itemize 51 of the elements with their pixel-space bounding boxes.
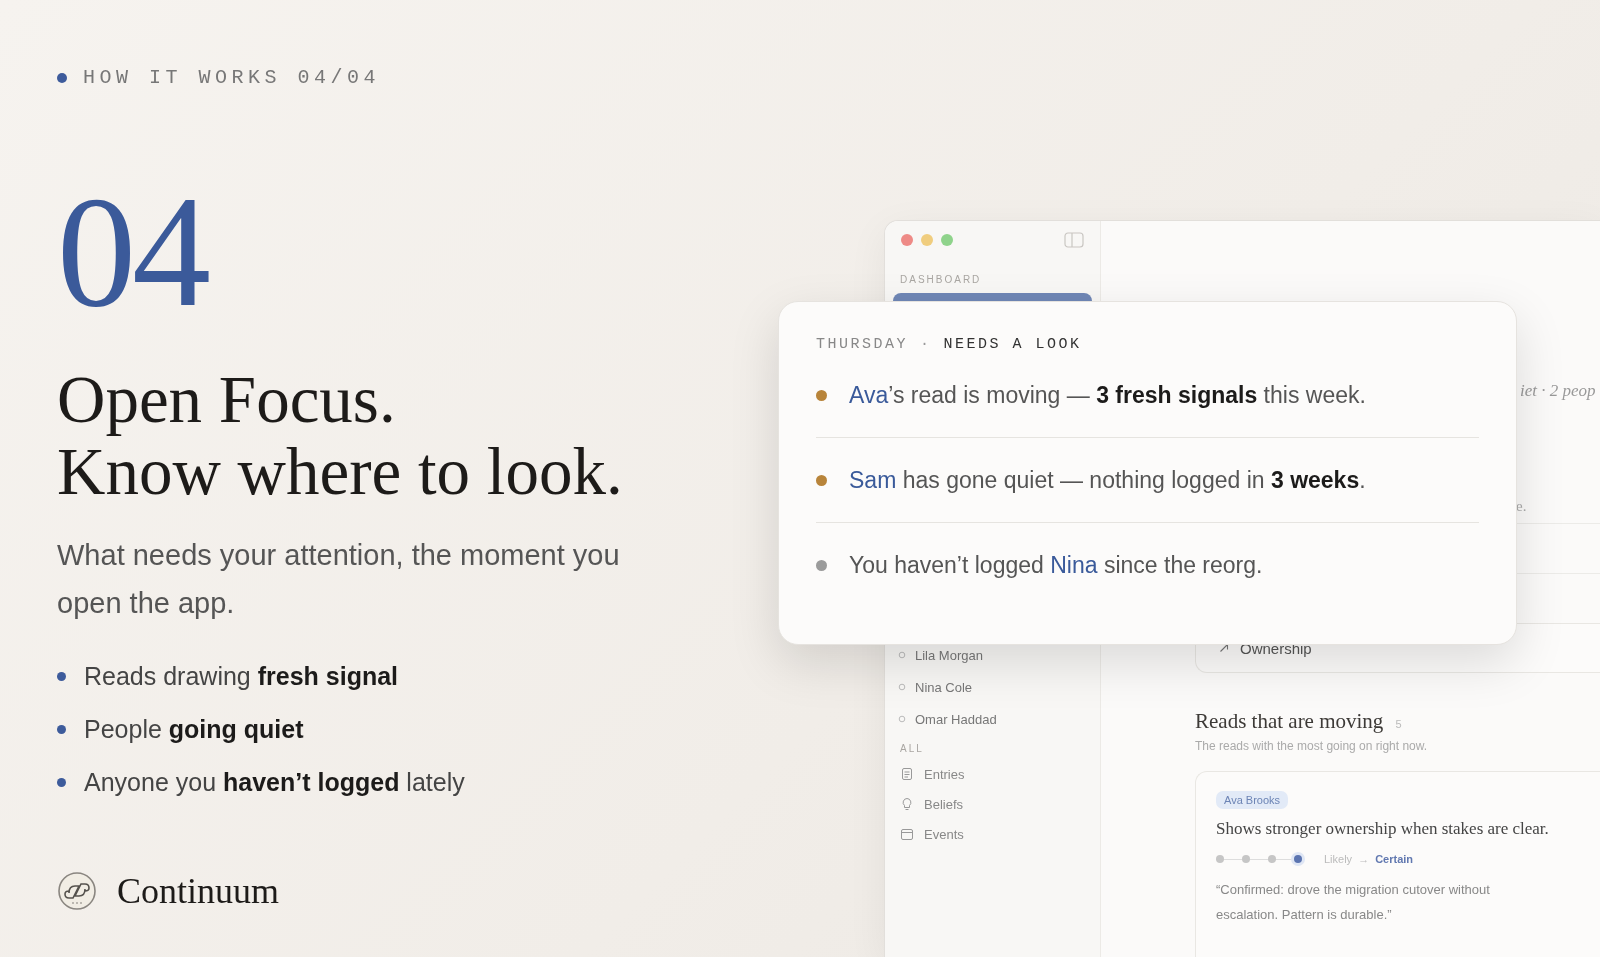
step-number: 04 [57,173,207,331]
confidence-to: Certain [1375,853,1414,865]
calendar-icon [900,827,914,841]
alert-text: Ava’s read is moving — 3 fresh signals this week. [849,381,1366,409]
headline: Open Focus. [57,363,396,435]
person-status-icon [898,715,906,723]
description-text: e. [1516,498,1527,515]
sidebar-toggle-icon[interactable] [1064,232,1084,248]
bullet-dot [57,725,66,734]
alert-text: Sam has gone quiet — nothing logged in 3 weeks. [849,466,1366,494]
nav-item[interactable]: Beliefs [893,794,1092,814]
minimize-button[interactable] [921,234,933,246]
popup-heading: NEEDS A LOOK [943,336,1082,353]
person-item[interactable]: Lila Morgan [893,645,1092,665]
read-card[interactable]: Ava Brooks Shows stronger ownership when stakes are clear. Likely → Certain “Confirmed: drove the migration cutover without escalation. Pattern is durable.” [1195,771,1600,957]
confidence-from: Likely [1324,853,1353,865]
bullet-dot [57,672,66,681]
bullet-text: Anyone you haven’t logged lately [84,767,465,798]
brand-name: Continuum [117,870,280,912]
section-title: Reads that are moving [1195,709,1384,734]
bullet-dot [57,72,67,83]
arrow-glyph: → [1358,853,1370,865]
read-statement: Shows stronger ownership when stakes are clear. [1216,819,1550,839]
close-button[interactable] [901,234,913,246]
sidebar-section-label: ALL [900,743,925,754]
zoom-button[interactable] [941,234,953,246]
person-item[interactable]: Omar Haddad [893,709,1092,729]
person-status-icon [898,683,906,691]
section-eyebrow: HOW IT WORKS 04/04 [83,66,381,89]
person-status-icon [898,651,906,659]
bullet-text: Reads drawing fresh signal [84,661,399,692]
lightbulb-icon [900,797,914,811]
section-subtitle: The reads with the most going on right now. [1195,739,1429,753]
people-caption: iet · 2 peop [1520,381,1596,401]
nav-item[interactable]: Entries [893,764,1092,784]
subtitle: What needs your attention, the moment you open the app. [57,538,621,621]
person-tag: Ava Brooks [1216,791,1289,809]
popup-day: THURSDAY [816,336,908,353]
sidebar-section-label: DASHBOARD [900,274,983,285]
person-item[interactable]: Nina Cole [893,677,1092,697]
section-count: 5 [1395,718,1402,730]
separator-dot: · [920,336,932,353]
alert-text: You haven’t logged Nina since the reorg. [849,551,1263,579]
arrow-up-right-icon [1218,642,1230,654]
bullet-text: People going quiet [84,714,304,745]
bullet-dot [57,778,66,787]
nav-item[interactable]: Events [893,824,1092,844]
headline: Know where to look. [57,435,623,507]
document-icon [900,767,914,781]
logo-icon [57,871,97,911]
read-quote: “Confirmed: drove the migration cutover without escalation. Pattern is durable.” [1216,881,1491,924]
